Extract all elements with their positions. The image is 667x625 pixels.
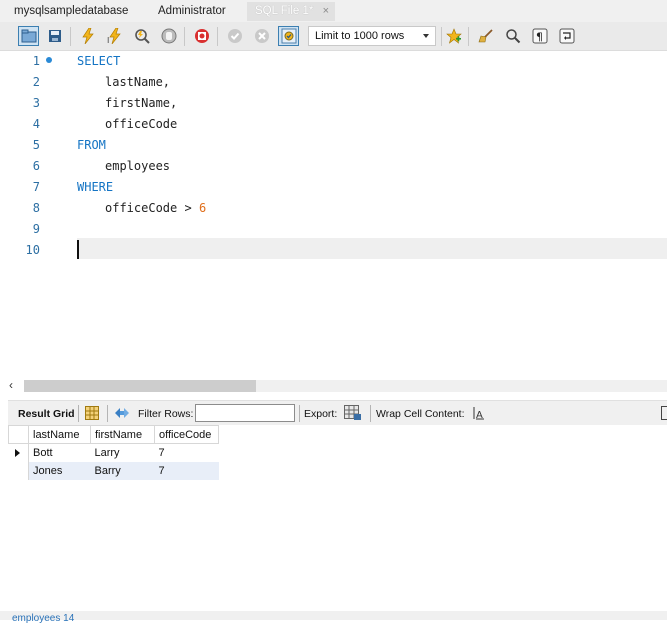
scrollbar-thumb[interactable] (24, 380, 256, 392)
line-number-gutter: 1 2 3 4 5 6 7 8 9 10 (0, 51, 52, 377)
execute-lightning-icon[interactable] (77, 26, 98, 46)
code-number: 6 (198, 201, 207, 215)
line-number: 5 (32, 138, 40, 152)
line-number: 4 (32, 117, 40, 131)
add-snippet-star-icon[interactable] (443, 26, 464, 46)
scroll-left-icon[interactable]: ‹ (9, 378, 13, 392)
table-cell[interactable]: 7 (154, 461, 219, 480)
column-header-firstname[interactable]: firstName (90, 425, 155, 444)
toolbar-separator (184, 27, 185, 46)
tab-sql-file-1-label: SQL File 1* (255, 5, 314, 17)
result-toolbar: Result Grid Filter Rows: Export: Wrap Ce… (8, 400, 667, 425)
code-line-condition: officeCode > 6 (105, 198, 206, 219)
result-tabs-strip: employees 14 (0, 611, 667, 624)
line-number: 6 (32, 159, 40, 173)
row-header-corner (8, 425, 29, 444)
filter-rows-input[interactable] (195, 404, 295, 422)
save-icon[interactable] (44, 26, 65, 46)
result-grid: lastName firstName officeCode Bott Larry… (8, 425, 667, 611)
code-field: officeCode (105, 201, 178, 215)
table-cell[interactable]: Bott (29, 444, 91, 462)
rollback-x-icon[interactable] (251, 26, 272, 46)
collapse-panel-icon[interactable] (661, 406, 667, 420)
wrap-cell-content-label: Wrap Cell Content: (376, 408, 465, 420)
line-number: 2 (32, 75, 40, 89)
line-number: 3 (32, 96, 40, 110)
table-row[interactable]: Bott Larry 7 (8, 443, 219, 462)
current-line-highlight (77, 238, 667, 259)
line-number: 9 (32, 222, 40, 236)
line-number: 1 (32, 54, 40, 68)
current-row-arrow-icon (14, 449, 20, 457)
tab-sql-file-1[interactable]: SQL File 1* × (247, 2, 335, 21)
autocommit-toggle-icon[interactable] (278, 26, 299, 46)
table-cell[interactable]: 7 (155, 444, 219, 462)
execute-current-statement-icon[interactable]: I (104, 26, 125, 46)
code-keyword-where: WHERE (77, 180, 114, 194)
limit-rows-value: Limit to 1000 rows (315, 30, 405, 42)
line-number: 7 (32, 180, 40, 194)
toolbar-separator (441, 27, 442, 46)
statement-marker-icon (46, 57, 52, 63)
filter-rows-label: Filter Rows: (138, 408, 194, 420)
code-line: officeCode (105, 117, 178, 131)
table-row[interactable]: Jones Barry 7 (8, 461, 219, 480)
code-operator: > (177, 201, 199, 215)
text-cursor (77, 240, 79, 259)
result-tab-employees[interactable]: employees 14 (12, 613, 74, 625)
toolbar-separator (468, 27, 469, 46)
scrollbar-track[interactable] (256, 380, 667, 392)
word-wrap-icon[interactable] (556, 26, 577, 46)
export-label: Export: (304, 408, 338, 420)
grid-view-icon[interactable] (85, 406, 99, 423)
code-line: employees (105, 159, 171, 173)
export-grid-icon[interactable] (344, 405, 362, 424)
result-table: lastName firstName officeCode Bott Larry… (8, 425, 219, 480)
code-keyword-select: SELECT (77, 54, 121, 68)
explain-magnifier-icon[interactable] (131, 26, 152, 46)
wrap-text-icon[interactable]: A (473, 406, 485, 423)
beautify-broom-icon[interactable] (475, 26, 496, 46)
line-number: 10 (25, 243, 40, 257)
tab-administrator[interactable]: Administrator (150, 2, 234, 21)
line-number: 8 (32, 201, 40, 215)
open-folder-icon[interactable] (18, 26, 39, 46)
column-header-lastname[interactable]: lastName (28, 425, 91, 444)
table-header-row: lastName firstName officeCode (8, 425, 219, 444)
toolbar-separator (78, 405, 79, 422)
toolbar-separator (70, 27, 71, 46)
code-line: firstName, (105, 96, 178, 110)
row-header[interactable] (8, 461, 29, 480)
commit-check-icon[interactable] (224, 26, 245, 46)
horizontal-scrollbar[interactable]: ‹ (0, 377, 667, 394)
stop-hand-icon[interactable] (158, 26, 179, 46)
table-cell[interactable]: Larry (91, 444, 155, 462)
table-cell[interactable]: Jones (28, 461, 91, 480)
table-cell[interactable]: Barry (90, 461, 155, 480)
chevron-down-icon (423, 34, 429, 38)
toggle-error-stop-icon[interactable] (191, 26, 212, 46)
toolbar-separator (299, 405, 300, 422)
code-keyword-from: FROM (77, 138, 106, 152)
tab-mysqlsampledatabase[interactable]: mysqlsampledatabase (6, 2, 136, 21)
close-tab-icon[interactable]: × (323, 2, 329, 21)
toolbar-separator (217, 27, 218, 46)
row-header[interactable] (8, 443, 29, 462)
sql-editor-toolbar: I Limit to 1000 rows ¶ (0, 22, 667, 51)
code-line: lastName, (105, 75, 171, 89)
refresh-icon[interactable] (114, 406, 130, 423)
svg-text:I: I (107, 36, 109, 44)
column-header-officecode[interactable]: officeCode (154, 425, 219, 444)
toolbar-separator (107, 405, 108, 422)
find-magnifier-icon[interactable] (502, 26, 523, 46)
svg-text:¶: ¶ (536, 31, 543, 44)
limit-rows-select[interactable]: Limit to 1000 rows (308, 26, 436, 46)
sql-editor[interactable]: 1 2 3 4 5 6 7 8 9 10 SELECT lastName, fi… (0, 51, 667, 377)
toolbar-separator (370, 405, 371, 422)
invisible-chars-pilcrow-icon[interactable]: ¶ (529, 26, 550, 46)
editor-tab-bar: mysqlsampledatabase Administrator SQL Fi… (0, 0, 667, 22)
result-grid-button[interactable]: Result Grid (18, 408, 75, 420)
